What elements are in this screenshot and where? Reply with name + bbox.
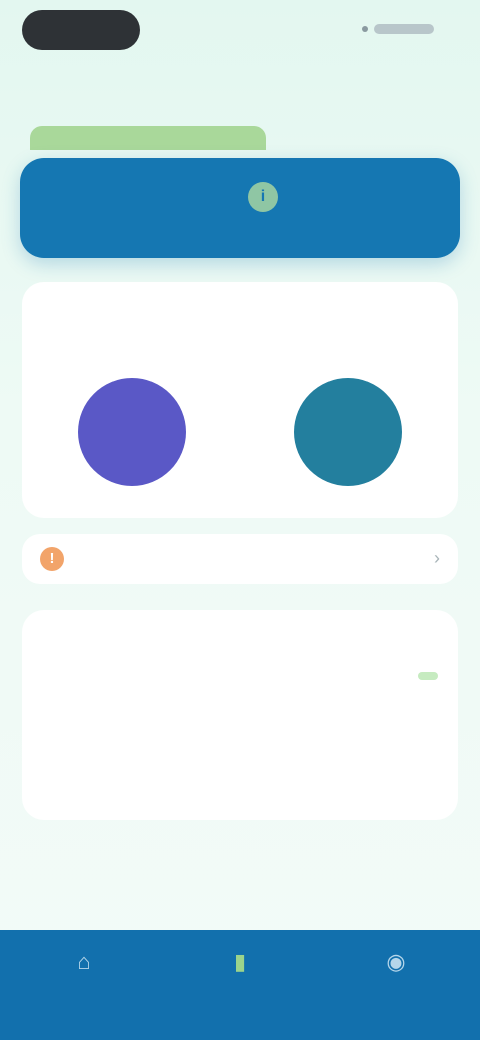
status-bar <box>22 10 458 52</box>
profile-icon: ◉ <box>386 949 406 974</box>
warning-icon: ! <box>40 547 64 571</box>
stat-label <box>248 296 448 316</box>
status-time-pill <box>22 10 140 50</box>
stat-circle-teal <box>294 378 402 486</box>
alert-row[interactable]: ! › <box>22 534 458 584</box>
info-icon[interactable]: i <box>248 182 278 212</box>
stat-label <box>32 296 232 316</box>
info-panel <box>22 610 458 820</box>
balance-card[interactable]: i <box>20 158 460 258</box>
home-icon: ⌂ <box>77 949 91 974</box>
stat-sub <box>32 322 232 338</box>
chart-icon: ▮ <box>233 949 247 974</box>
chevron-right-icon: › <box>434 548 440 568</box>
status-badge <box>418 672 438 680</box>
signal-icon <box>362 26 368 32</box>
battery-icon <box>374 24 434 34</box>
stat-sub <box>248 322 448 338</box>
stat-right[interactable] <box>248 296 448 486</box>
status-icons <box>362 24 434 34</box>
bottom-nav: ⌂ ▮ ◉ <box>0 930 480 1040</box>
stat-left[interactable] <box>32 296 232 486</box>
info-row[interactable] <box>42 772 438 802</box>
nav-item-profile[interactable]: ◉ <box>336 948 456 984</box>
stats-panel <box>22 282 458 518</box>
nav-item-chart[interactable]: ▮ <box>180 948 300 984</box>
stat-circle-purple <box>78 378 186 486</box>
info-row[interactable] <box>42 720 438 750</box>
nav-item-home[interactable]: ⌂ <box>24 948 144 984</box>
accent-tab <box>30 126 266 150</box>
